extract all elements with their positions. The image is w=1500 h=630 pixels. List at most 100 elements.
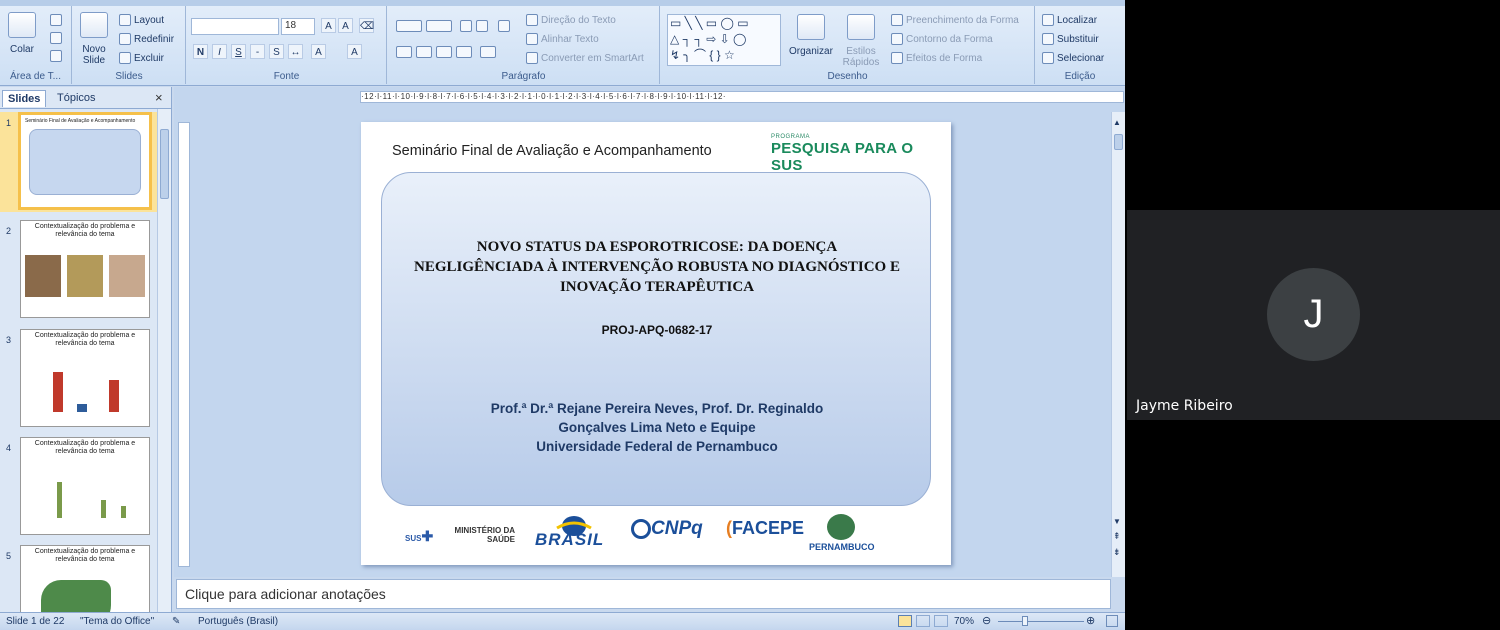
thumbnail-bar [101, 500, 106, 518]
shape-outline-button[interactable]: Contorno da Forma [891, 33, 993, 45]
align-right-icon[interactable] [436, 46, 452, 58]
grow-font-button[interactable]: A [321, 18, 336, 33]
align-text-button[interactable]: Alinhar Texto [526, 33, 599, 45]
tab-slides[interactable]: Slides [2, 90, 47, 107]
tab-outline[interactable]: Tópicos [52, 90, 101, 107]
zoom-level[interactable]: 70% [954, 616, 974, 627]
zoom-out-icon[interactable]: ⊖ [982, 614, 991, 627]
quick-styles-button[interactable]: Estilos Rápidos [841, 14, 881, 68]
slide-thumbnail-5[interactable]: 5 Contextualização do problema e relevân… [0, 545, 158, 612]
thumbnail-title: Seminário Final de Avaliação e Acompanha… [25, 118, 136, 124]
layout-button[interactable]: Layout [119, 14, 164, 26]
justify-icon[interactable] [456, 46, 472, 58]
font-size-combo[interactable]: 18 [281, 18, 315, 35]
notes-pane[interactable]: Clique para adicionar anotações [176, 579, 1111, 609]
authors-line-2: Gonçalves Lima Neto e Equipe [558, 420, 756, 435]
columns-icon[interactable] [480, 46, 496, 58]
participant-tile[interactable]: J Jayme Ribeiro [1127, 210, 1500, 420]
language-indicator[interactable]: Português (Brasil) [198, 616, 278, 627]
zoom-slider-thumb[interactable] [1022, 616, 1028, 626]
slide-scrollbar[interactable]: ▲ ▼ ⇞ ⇟ [1111, 112, 1125, 577]
cut-icon[interactable] [50, 14, 62, 26]
spellcheck-icon[interactable]: ✎ [172, 616, 180, 627]
slide-thumbnail-2[interactable]: 2 Contextualização do problema e relevân… [0, 220, 158, 320]
arrange-button[interactable]: Organizar [789, 14, 833, 57]
thumbnail-preview: Contextualização do problema e relevânci… [20, 329, 150, 427]
scroll-down-icon[interactable]: ▼ [1113, 517, 1121, 526]
thumbnail-photo [25, 255, 61, 297]
slide-thumbnail-1[interactable]: 1 Seminário Final de Avaliação e Acompan… [0, 112, 158, 212]
strike-button[interactable]: - [250, 44, 265, 59]
align-center-icon[interactable] [416, 46, 432, 58]
reset-button[interactable]: Redefinir [119, 33, 174, 45]
shrink-font-button[interactable]: A [338, 18, 353, 33]
find-button[interactable]: Localizar [1042, 14, 1097, 26]
shape-fill-button[interactable]: Preenchimento da Forma [891, 14, 1019, 26]
underline-button[interactable]: S [231, 44, 246, 59]
bold-button[interactable]: N [193, 44, 208, 59]
slide-canvas[interactable]: Seminário Final de Avaliação e Acompanha… [361, 122, 951, 565]
thumbnail-photo [109, 255, 145, 297]
spacing-button[interactable]: ↔ [288, 44, 303, 59]
sorter-view-icon[interactable] [916, 615, 930, 627]
arrange-icon [796, 14, 825, 40]
paste-button[interactable]: Colar [8, 12, 36, 55]
project-code[interactable]: PROJ-APQ-0682-17 [382, 323, 932, 337]
smartart-button[interactable]: Converter em SmartArt [526, 52, 644, 64]
thumbnail-map [41, 580, 111, 612]
font-group-label: Fonte [273, 71, 300, 82]
powerpoint-window: Colar Área de T... Novo Slide Layout Red… [0, 0, 1125, 630]
italic-button[interactable]: I [212, 44, 227, 59]
fit-window-icon[interactable] [1106, 615, 1118, 627]
paragraph-group: Direção do Texto Alinhar Texto Converter… [388, 6, 660, 84]
scroll-thumb[interactable] [1114, 134, 1123, 150]
previous-slide-icon[interactable]: ⇞ [1113, 532, 1121, 541]
outline-icon [891, 33, 903, 45]
select-button[interactable]: Selecionar [1042, 52, 1104, 64]
change-case-button[interactable]: A [311, 44, 326, 59]
shape-effects-label: Efeitos de Forma [906, 52, 983, 64]
thumbnail-preview: Contextualização do problema e relevânci… [20, 437, 150, 535]
align-left-icon[interactable] [396, 46, 412, 58]
line-spacing-icon[interactable] [498, 20, 510, 32]
normal-view-icon[interactable] [898, 615, 912, 627]
shape-effects-button[interactable]: Efeitos de Forma [891, 52, 982, 64]
decrease-indent-icon[interactable] [460, 20, 472, 32]
increase-indent-icon[interactable] [476, 20, 488, 32]
next-slide-icon[interactable]: ⇟ [1113, 548, 1121, 557]
numbering-icon[interactable] [426, 20, 452, 32]
find-label: Localizar [1057, 14, 1098, 26]
copy-icon[interactable] [50, 32, 62, 44]
scroll-up-icon[interactable]: ▲ [1113, 118, 1121, 127]
clipboard-group-label: Área de T... [10, 71, 61, 82]
close-icon[interactable]: × [155, 90, 163, 105]
clipboard-group: Colar Área de T... [0, 6, 72, 84]
scroll-thumb[interactable] [160, 129, 169, 199]
slides-panel-scrollbar[interactable] [157, 109, 171, 612]
slides-group-label: Slides [115, 71, 143, 82]
format-painter-icon[interactable] [50, 50, 62, 62]
new-slide-button[interactable]: Novo Slide [79, 12, 109, 66]
zoom-in-icon[interactable]: ⊕ [1086, 614, 1095, 627]
slide-title[interactable]: NOVO STATUS DA ESPOROTRICOSE: DA DOENÇA … [412, 237, 902, 297]
delete-button[interactable]: Excluir [119, 52, 164, 64]
thumbnail-title: Contextualização do problema e relevânci… [34, 548, 136, 563]
font-family-combo[interactable] [191, 18, 279, 35]
zoom-slider[interactable] [998, 621, 1084, 622]
bullets-icon[interactable] [396, 20, 422, 32]
replace-button[interactable]: Substituir [1042, 33, 1099, 45]
text-direction-button[interactable]: Direção do Texto [526, 14, 616, 26]
facepe-logo-text: FACEPE [732, 518, 805, 538]
shadow-button[interactable]: S [269, 44, 284, 59]
clear-format-button[interactable]: ⌫ [359, 18, 374, 33]
slideshow-view-icon[interactable] [934, 615, 948, 627]
authors-block[interactable]: Prof.ª Dr.ª Rejane Pereira Neves, Prof. … [412, 399, 902, 456]
smartart-icon [526, 52, 538, 64]
slide-thumbnail-3[interactable]: 3 Contextualização do problema e relevân… [0, 329, 158, 429]
horizontal-ruler: ·12·l·11·l·10·l·9·l·8·l·7·l·6·l·5·l·4·l·… [360, 91, 1124, 103]
slide-thumbnail-4[interactable]: 4 Contextualização do problema e relevân… [0, 437, 158, 537]
font-color-button[interactable]: A [347, 44, 362, 59]
title-panel: NOVO STATUS DA ESPOROTRICOSE: DA DOENÇA … [381, 172, 931, 506]
shapes-gallery[interactable]: ▭ ╲ ╲ ▭ ◯ ▭ △ ┐ ┐ ⇨ ⇩ ◯ ↯ ╮ ⌒ { } ☆ [667, 14, 781, 66]
avatar: J [1267, 268, 1360, 361]
